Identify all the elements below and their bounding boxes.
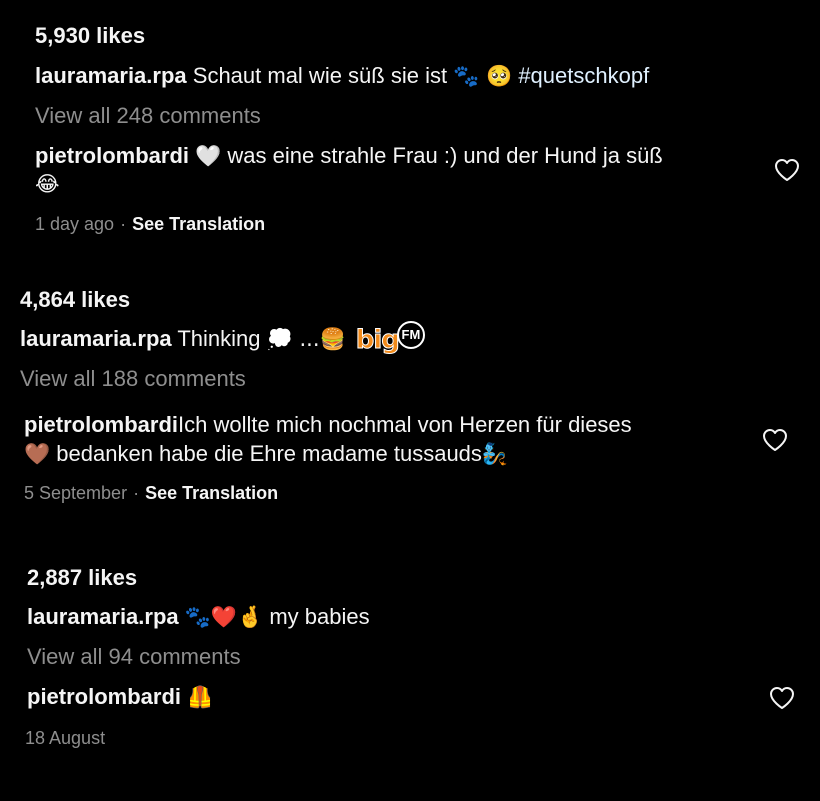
comment: pietrolombardi 🤍 was eine strahle Frau :… [35,142,663,170]
comment-emoji-laugh: 😂 [35,172,60,196]
caption-emojis: 🐾 🥺 [453,64,513,88]
comment-text-2: bedanken habe die Ehre madame tussauds [56,441,482,466]
comment-text: was eine strahle Frau :) und der Hund ja… [227,143,663,168]
likes-count[interactable]: 2,887 likes [27,564,137,592]
comment-time: 1 day ago [35,214,115,234]
caption-username[interactable]: lauramaria.rpa [35,63,187,88]
like-comment-button[interactable] [774,158,800,182]
bigfm-logo-fm: FM [396,321,425,350]
bigfm-logo: big FM [355,321,425,356]
caption-username[interactable]: lauramaria.rpa [20,326,172,351]
caption: lauramaria.rpa 🐾❤️🤞 my babies [27,603,370,631]
comment-username[interactable]: pietrolombardi [35,143,189,168]
caption-text: my babies [269,604,370,629]
comment-emoji-vest: 🦺 [187,685,214,709]
meta-separator: · [120,214,127,234]
comment: pietrolombardiIch wollte mich nochmal vo… [24,411,632,439]
caption-text: Schaut mal wie süß sie ist [192,63,448,88]
comment-username[interactable]: pietrolombardi [27,684,181,709]
comment-text: Ich wollte mich nochmal von Herzen für d… [178,412,632,437]
comment-line-2: 🤎 bedanken habe die Ehre madame tussauds… [24,440,508,468]
heart-outline-icon [775,159,799,181]
heart-outline-icon [763,429,787,451]
likes-count[interactable]: 4,864 likes [20,286,130,314]
comment-emoji: 🤍 [195,144,222,168]
view-all-comments-link[interactable]: View all 248 comments [35,102,261,130]
comment-time: 18 August [25,728,106,748]
see-translation-link[interactable]: See Translation [145,483,278,503]
see-translation-link[interactable]: See Translation [132,214,265,234]
comment-meta: 1 day ago · See Translation [35,212,265,236]
comment-time: 5 September [24,483,128,503]
view-all-comments-link[interactable]: View all 94 comments [27,643,241,671]
comment-username[interactable]: pietrolombardi [24,412,178,437]
caption-emojis: 🐾❤️🤞 [184,605,264,629]
likes-count[interactable]: 5,930 likes [35,22,145,50]
comment: pietrolombardi 🦺 [27,683,213,711]
like-comment-button[interactable] [769,686,795,710]
comment-meta: 18 August [25,726,105,750]
comment-emoji-genie: 🧞 [481,442,509,466]
caption: lauramaria.rpa Thinking 💭 ...🍔 big FM [20,321,425,356]
view-all-comments-link[interactable]: View all 188 comments [20,365,246,393]
comment-emoji-brown-heart: 🤎 [24,442,51,466]
caption: lauramaria.rpa Schaut mal wie süß sie is… [35,62,649,90]
caption-emojis: 💭 ...🍔 [266,327,346,351]
heart-outline-icon [770,687,794,709]
like-comment-button[interactable] [762,428,788,452]
hashtag-link[interactable]: #quetschkopf [518,63,649,88]
caption-username[interactable]: lauramaria.rpa [27,604,179,629]
meta-separator: · [133,483,140,503]
bigfm-logo-big: big [355,325,400,356]
comment-meta: 5 September · See Translation [24,481,278,505]
caption-text: Thinking [177,326,261,351]
